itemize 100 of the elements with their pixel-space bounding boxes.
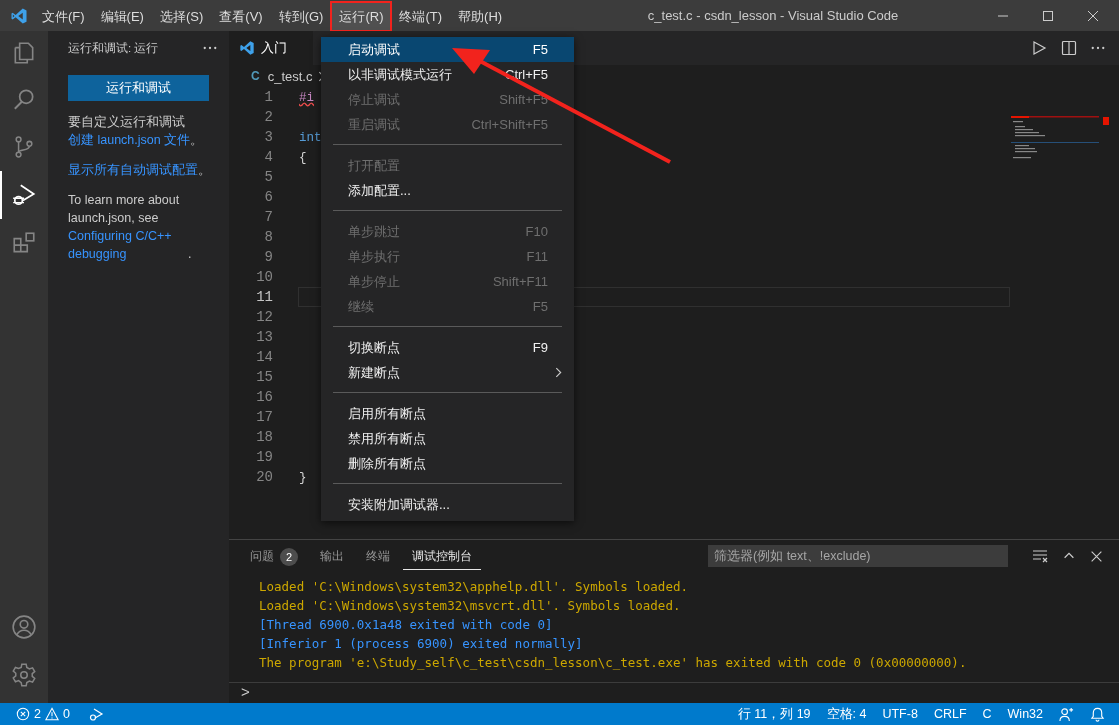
menu-item-label: 以非调试模式运行 bbox=[348, 65, 452, 84]
line-number: 14 bbox=[255, 349, 273, 365]
line-number: 19 bbox=[255, 449, 273, 465]
line-number: 16 bbox=[255, 389, 273, 405]
warning-icon bbox=[44, 707, 59, 721]
link[interactable]: 创建 launch.json 文件 bbox=[68, 133, 191, 147]
line-number: 13 bbox=[255, 329, 273, 345]
status-item[interactable]: C bbox=[982, 707, 992, 721]
problems-status[interactable]: 2 0 bbox=[16, 707, 70, 721]
menu-item-label: 切换断点 bbox=[348, 338, 400, 357]
settings-icon bbox=[11, 662, 37, 688]
menu-item[interactable]: 帮助(H) bbox=[451, 3, 510, 30]
link[interactable]: Configuring C/C++ debugging bbox=[68, 227, 188, 263]
shortcut-text: F5 bbox=[532, 299, 548, 314]
filter-field[interactable]: 筛选器(例如 text、!exclude) bbox=[708, 545, 1008, 567]
line-number: 2 bbox=[263, 109, 273, 125]
shortcut-text: Ctrl+Shift+F5 bbox=[471, 117, 548, 132]
window-title: c_test.c - csdn_lesson - Visual Studio Code bbox=[646, 8, 900, 23]
more-icon[interactable] bbox=[203, 46, 217, 50]
debug-icon[interactable] bbox=[87, 706, 104, 722]
clear-console-icon[interactable] bbox=[1032, 548, 1048, 564]
line-number: 20 bbox=[255, 469, 273, 485]
line-number: 18 bbox=[255, 429, 273, 445]
menu-item[interactable]: 切换断点 F9 bbox=[321, 335, 574, 360]
shortcut-text: Shift+F11 bbox=[492, 274, 548, 289]
menu-item[interactable]: 新建断点 bbox=[321, 360, 574, 385]
editor-tab[interactable]: 入门 bbox=[229, 31, 313, 65]
menu-item-label: 停止调试 bbox=[348, 90, 400, 109]
line-number: 8 bbox=[263, 229, 273, 245]
shortcut-text: Shift+F5 bbox=[499, 92, 548, 107]
more-icon[interactable] bbox=[1091, 46, 1105, 50]
menu-item[interactable]: 禁用所有断点 bbox=[321, 426, 574, 451]
account-icon bbox=[11, 614, 37, 640]
menu-item-label: 单步执行 bbox=[348, 247, 400, 266]
close-icon[interactable] bbox=[1087, 9, 1099, 22]
status-item[interactable]: 空格: 4 bbox=[826, 705, 867, 723]
menu-item[interactable]: 选择(S) bbox=[152, 3, 211, 30]
line-number: 9 bbox=[263, 249, 273, 265]
console-prompt[interactable]: > bbox=[241, 683, 250, 700]
line-number: 12 bbox=[255, 309, 273, 325]
split-editor-icon[interactable] bbox=[1061, 40, 1077, 56]
shortcut-text: F10 bbox=[525, 224, 548, 239]
code-text: int bbox=[299, 131, 322, 145]
c-file-icon: C bbox=[251, 69, 260, 83]
menu-item-label: 继续 bbox=[348, 297, 374, 316]
menu-item[interactable]: 运行(R) bbox=[332, 3, 391, 30]
menu-item-label: 打开配置 bbox=[348, 156, 400, 175]
menu-item[interactable]: 删除所有断点 bbox=[321, 451, 574, 476]
shortcut-text: F11 bbox=[526, 249, 548, 264]
menu-item[interactable]: 终端(T) bbox=[392, 3, 450, 30]
menu-item[interactable]: 查看(V) bbox=[212, 3, 270, 30]
link[interactable]: 显示所有自动调试配置 bbox=[68, 163, 198, 177]
line-number: 6 bbox=[263, 189, 273, 205]
vscode-logo-icon bbox=[239, 40, 255, 56]
panel-tab[interactable]: 终端 bbox=[357, 542, 399, 570]
run-and-debug-button[interactable]: 运行和调试 bbox=[68, 75, 209, 101]
menu-item-label: 启用所有断点 bbox=[348, 404, 426, 423]
menu-item-label: 单步停止 bbox=[348, 272, 400, 291]
panel-tab[interactable]: 输出 bbox=[311, 542, 353, 570]
line-number: 1 bbox=[263, 89, 273, 105]
menu-item[interactable]: 安装附加调试器... bbox=[321, 492, 574, 517]
panel-tab[interactable]: 问题 2 bbox=[241, 541, 307, 571]
menu-item-label: 重启调试 bbox=[348, 115, 400, 134]
status-item[interactable]: CRLF bbox=[933, 707, 967, 721]
error-count: 2 bbox=[34, 707, 41, 721]
status-item[interactable]: UTF-8 bbox=[882, 707, 918, 721]
menu-item[interactable]: 转到(G) bbox=[271, 3, 331, 30]
code-text: #i bbox=[299, 91, 314, 105]
menu-item[interactable]: 启用所有断点 bbox=[321, 401, 574, 426]
maximize-icon[interactable] bbox=[1042, 9, 1054, 22]
line-number: 15 bbox=[255, 369, 273, 385]
help-text: 显示所有自动调试配置。 bbox=[68, 162, 212, 179]
console-line: [Thread 6900.0x1a48 exited with code 0] bbox=[259, 616, 554, 634]
menu-item[interactable]: 添加配置... bbox=[321, 178, 574, 203]
menu-item-label: 删除所有断点 bbox=[348, 454, 426, 473]
line-number: 7 bbox=[263, 209, 273, 225]
error-icon bbox=[16, 707, 30, 721]
feedback-icon[interactable] bbox=[1059, 706, 1074, 722]
run-icon[interactable] bbox=[1031, 40, 1047, 56]
menu-item[interactable]: 启动调试 F5 bbox=[321, 37, 574, 62]
warning-count: 0 bbox=[62, 707, 70, 721]
code-text: { bbox=[299, 151, 307, 165]
status-item[interactable]: Win32 bbox=[1007, 707, 1043, 721]
line-number: 5 bbox=[263, 169, 273, 185]
close-icon[interactable] bbox=[1090, 549, 1103, 563]
run-debug-icon bbox=[11, 182, 37, 208]
console-line: Loaded 'C:\Windows\system32\apphelp.dll'. Symbols loaded. bbox=[259, 578, 689, 596]
count-badge: 2 bbox=[280, 547, 298, 566]
menu-item-label: 新建断点 bbox=[348, 363, 400, 382]
help-text: 要自定义运行和调试 创建 launch.json 文件。 bbox=[68, 114, 205, 149]
status-item[interactable]: 行 11，列 19 bbox=[737, 705, 811, 723]
console-line: [Inferior 1 (process 6900) exited normally] bbox=[259, 635, 584, 653]
bell-icon[interactable] bbox=[1090, 706, 1105, 722]
menu-item[interactable]: 文件(F) bbox=[35, 3, 92, 30]
breadcrumb-item[interactable]: c_test.c bbox=[267, 68, 313, 84]
line-number: 3 bbox=[263, 129, 273, 145]
panel-tab[interactable]: 调试控制台 bbox=[403, 542, 481, 570]
line-number: 11 bbox=[255, 289, 273, 305]
menu-item[interactable]: 编辑(E) bbox=[93, 3, 151, 30]
sidebar-title: 运行和调试: 运行 bbox=[68, 40, 159, 56]
